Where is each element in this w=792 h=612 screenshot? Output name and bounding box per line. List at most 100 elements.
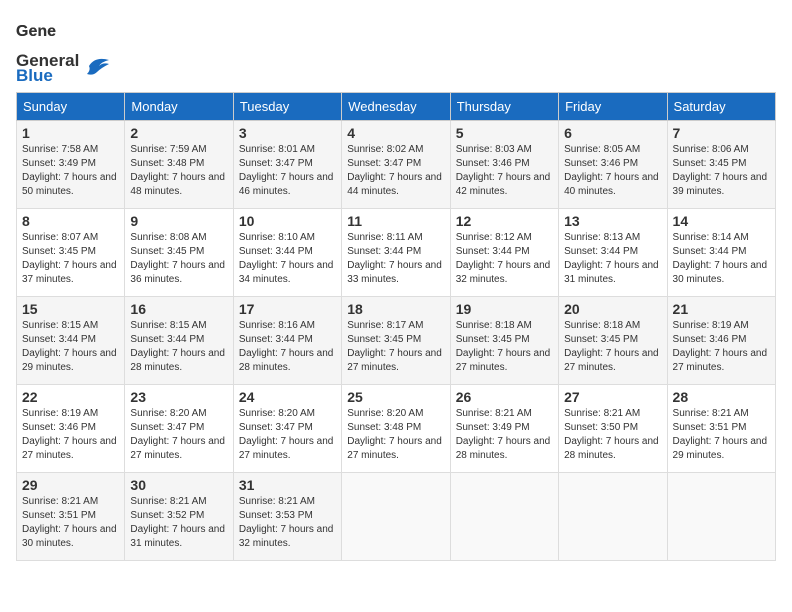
day-info: Sunrise: 8:07 AMSunset: 3:45 PMDaylight:… <box>22 231 119 287</box>
calendar-day-cell: 24Sunrise: 8:20 AMSunset: 3:47 PMDayligh… <box>233 385 341 473</box>
calendar-day-cell: 15 Sunrise: 8:15 AMSunset: 3:44 PMDayligh… <box>17 297 125 385</box>
weekday-header: Saturday <box>667 93 775 121</box>
calendar-day-cell: 25 Sunrise: 8:20 AMSunset: 3:48 PMDayligh… <box>342 385 450 473</box>
calendar-week-row: 15 Sunrise: 8:15 AMSunset: 3:44 PMDayligh… <box>17 297 776 385</box>
day-info: Sunrise: 8:21 AMSunset: 3:50 PMDaylight:… <box>564 407 661 463</box>
day-info: Sunrise: 8:18 AMSunset: 3:45 PMDaylight:… <box>456 319 553 375</box>
calendar-day-cell: 10 Sunrise: 8:10 AMSunset: 3:44 PMDayligh… <box>233 209 341 297</box>
weekday-header: Monday <box>125 93 233 121</box>
calendar-day-cell: 30 Sunrise: 8:21 AMSunset: 3:52 PMDayligh… <box>125 473 233 561</box>
calendar-day-cell: 16 Sunrise: 8:15 AMSunset: 3:44 PMDayligh… <box>125 297 233 385</box>
day-number: 6 <box>564 125 661 141</box>
day-number: 10 <box>239 213 336 229</box>
calendar-day-cell: 5 Sunrise: 8:03 AMSunset: 3:46 PMDaylight… <box>450 121 558 209</box>
day-info: Sunrise: 8:03 AMSunset: 3:46 PMDaylight:… <box>456 143 553 199</box>
day-number: 17 <box>239 301 336 317</box>
calendar-day-cell <box>559 473 667 561</box>
day-number: 2 <box>130 125 227 141</box>
calendar-day-cell: 13 Sunrise: 8:13 AMSunset: 3:44 PMDayligh… <box>559 209 667 297</box>
logo-icon: Gene Gene <box>16 16 60 52</box>
calendar-week-row: 22 Sunrise: 8:19 AMSunset: 3:46 PMDayligh… <box>17 385 776 473</box>
calendar-day-cell: 28 Sunrise: 8:21 AMSunset: 3:51 PMDayligh… <box>667 385 775 473</box>
day-number: 29 <box>22 477 119 493</box>
calendar-day-cell <box>450 473 558 561</box>
calendar-day-cell: 17Sunrise: 8:16 AMSunset: 3:44 PMDayligh… <box>233 297 341 385</box>
calendar-day-cell: 7Sunrise: 8:06 AMSunset: 3:45 PMDaylight… <box>667 121 775 209</box>
day-info: Sunrise: 8:20 AMSunset: 3:48 PMDaylight:… <box>347 407 444 463</box>
day-number: 13 <box>564 213 661 229</box>
day-info: Sunrise: 8:06 AMSunset: 3:45 PMDaylight:… <box>673 143 770 199</box>
calendar-day-cell: 20 Sunrise: 8:18 AMSunset: 3:45 PMDayligh… <box>559 297 667 385</box>
day-number: 27 <box>564 389 661 405</box>
weekday-header: Friday <box>559 93 667 121</box>
day-number: 11 <box>347 213 444 229</box>
day-info: Sunrise: 8:21 AMSunset: 3:49 PMDaylight:… <box>456 407 553 463</box>
day-number: 24 <box>239 389 336 405</box>
day-number: 4 <box>347 125 444 141</box>
day-info: Sunrise: 8:05 AMSunset: 3:46 PMDaylight:… <box>564 143 661 199</box>
day-number: 28 <box>673 389 770 405</box>
day-info: Sunrise: 8:19 AMSunset: 3:46 PMDaylight:… <box>673 319 770 375</box>
day-info: Sunrise: 8:15 AMSunset: 3:44 PMDaylight:… <box>22 319 119 375</box>
day-number: 26 <box>456 389 553 405</box>
weekday-header: Tuesday <box>233 93 341 121</box>
calendar-day-cell: 8 Sunrise: 8:07 AMSunset: 3:45 PMDaylight… <box>17 209 125 297</box>
weekday-header: Sunday <box>17 93 125 121</box>
day-number: 19 <box>456 301 553 317</box>
day-info: Sunrise: 8:21 AMSunset: 3:51 PMDaylight:… <box>22 495 119 551</box>
day-number: 14 <box>673 213 770 229</box>
calendar-day-cell: 26 Sunrise: 8:21 AMSunset: 3:49 PMDayligh… <box>450 385 558 473</box>
calendar-day-cell: 2 Sunrise: 7:59 AMSunset: 3:48 PMDaylight… <box>125 121 233 209</box>
day-info: Sunrise: 8:18 AMSunset: 3:45 PMDaylight:… <box>564 319 661 375</box>
day-number: 5 <box>456 125 553 141</box>
calendar-day-cell: 9Sunrise: 8:08 AMSunset: 3:45 PMDaylight… <box>125 209 233 297</box>
day-number: 20 <box>564 301 661 317</box>
day-number: 18 <box>347 301 444 317</box>
header: Gene Gene General Blue <box>16 16 776 84</box>
day-info: Sunrise: 8:20 AMSunset: 3:47 PMDaylight:… <box>130 407 227 463</box>
day-number: 8 <box>22 213 119 229</box>
day-info: Sunrise: 8:15 AMSunset: 3:44 PMDaylight:… <box>130 319 227 375</box>
day-info: Sunrise: 8:12 AMSunset: 3:44 PMDaylight:… <box>456 231 553 287</box>
calendar-day-cell <box>667 473 775 561</box>
calendar-day-cell: 6 Sunrise: 8:05 AMSunset: 3:46 PMDaylight… <box>559 121 667 209</box>
day-info: Sunrise: 8:10 AMSunset: 3:44 PMDaylight:… <box>239 231 336 287</box>
calendar-day-cell: 3Sunrise: 8:01 AMSunset: 3:47 PMDaylight… <box>233 121 341 209</box>
calendar-day-cell: 12 Sunrise: 8:12 AMSunset: 3:44 PMDayligh… <box>450 209 558 297</box>
day-info: Sunrise: 8:21 AMSunset: 3:53 PMDaylight:… <box>239 495 336 551</box>
day-number: 12 <box>456 213 553 229</box>
day-info: Sunrise: 7:58 AMSunset: 3:49 PMDaylight:… <box>22 143 119 199</box>
day-info: Sunrise: 8:19 AMSunset: 3:46 PMDaylight:… <box>22 407 119 463</box>
calendar-day-cell: 29 Sunrise: 8:21 AMSunset: 3:51 PMDayligh… <box>17 473 125 561</box>
calendar: SundayMondayTuesdayWednesdayThursdayFrid… <box>16 92 776 561</box>
day-number: 15 <box>22 301 119 317</box>
calendar-day-cell: 4Sunrise: 8:02 AMSunset: 3:47 PMDaylight… <box>342 121 450 209</box>
calendar-day-cell <box>342 473 450 561</box>
day-number: 16 <box>130 301 227 317</box>
calendar-day-cell: 18Sunrise: 8:17 AMSunset: 3:45 PMDayligh… <box>342 297 450 385</box>
day-number: 25 <box>347 389 444 405</box>
day-info: Sunrise: 8:14 AMSunset: 3:44 PMDaylight:… <box>673 231 770 287</box>
day-info: Sunrise: 8:21 AMSunset: 3:51 PMDaylight:… <box>673 407 770 463</box>
weekday-header: Thursday <box>450 93 558 121</box>
logo-bird-icon <box>81 52 111 80</box>
day-info: Sunrise: 7:59 AMSunset: 3:48 PMDaylight:… <box>130 143 227 199</box>
calendar-week-row: 1Sunrise: 7:58 AMSunset: 3:49 PMDaylight… <box>17 121 776 209</box>
calendar-day-cell: 11Sunrise: 8:11 AMSunset: 3:44 PMDayligh… <box>342 209 450 297</box>
logo: Gene Gene General Blue <box>16 16 111 84</box>
day-info: Sunrise: 8:13 AMSunset: 3:44 PMDaylight:… <box>564 231 661 287</box>
day-number: 30 <box>130 477 227 493</box>
calendar-day-cell: 14 Sunrise: 8:14 AMSunset: 3:44 PMDayligh… <box>667 209 775 297</box>
day-number: 23 <box>130 389 227 405</box>
day-info: Sunrise: 8:01 AMSunset: 3:47 PMDaylight:… <box>239 143 336 199</box>
calendar-day-cell: 23 Sunrise: 8:20 AMSunset: 3:47 PMDayligh… <box>125 385 233 473</box>
calendar-day-cell: 27 Sunrise: 8:21 AMSunset: 3:50 PMDayligh… <box>559 385 667 473</box>
svg-text:Gene: Gene <box>16 23 56 40</box>
weekday-header: Wednesday <box>342 93 450 121</box>
day-info: Sunrise: 8:21 AMSunset: 3:52 PMDaylight:… <box>130 495 227 551</box>
day-number: 9 <box>130 213 227 229</box>
day-number: 22 <box>22 389 119 405</box>
calendar-week-row: 29 Sunrise: 8:21 AMSunset: 3:51 PMDayligh… <box>17 473 776 561</box>
calendar-header-row: SundayMondayTuesdayWednesdayThursdayFrid… <box>17 93 776 121</box>
day-number: 21 <box>673 301 770 317</box>
